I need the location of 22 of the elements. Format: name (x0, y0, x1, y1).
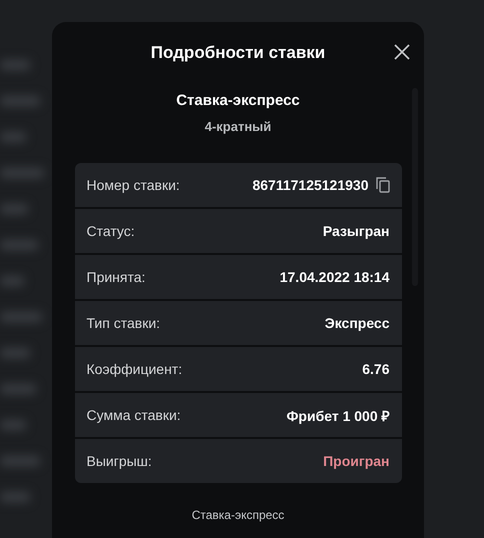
bet-type-heading: Ставка-экспресс (176, 92, 300, 109)
row-value: 867117125121930 (252, 177, 368, 193)
row-value: Экспресс (324, 315, 390, 331)
row-label: Номер ставки: (86, 177, 180, 193)
row-value: Разыгран (322, 223, 390, 239)
row-label: Коэффициент: (86, 361, 182, 377)
row-value: Проигран (323, 453, 390, 469)
copy-button[interactable] (376, 177, 390, 193)
copy-icon (376, 177, 390, 193)
footer-label: Ставка-экспресс (192, 508, 284, 522)
row-label: Сумма ставки: (86, 407, 181, 423)
modal-title: Подробности ставки (150, 43, 326, 63)
row-value: Фрибет 1 000 ₽ (286, 406, 390, 424)
multiplicity-label: 4-кратный (204, 119, 272, 134)
row-label: Принята: (86, 269, 146, 285)
row-label: Тип ставки: (86, 315, 160, 331)
row-value: 6.76 (362, 361, 390, 377)
row-value: 17.04.2022 18:14 (280, 269, 390, 285)
row-label: Выигрыш: (86, 453, 152, 469)
close-icon (394, 44, 410, 60)
row-label: Статус: (86, 223, 135, 239)
close-button[interactable] (392, 42, 412, 62)
